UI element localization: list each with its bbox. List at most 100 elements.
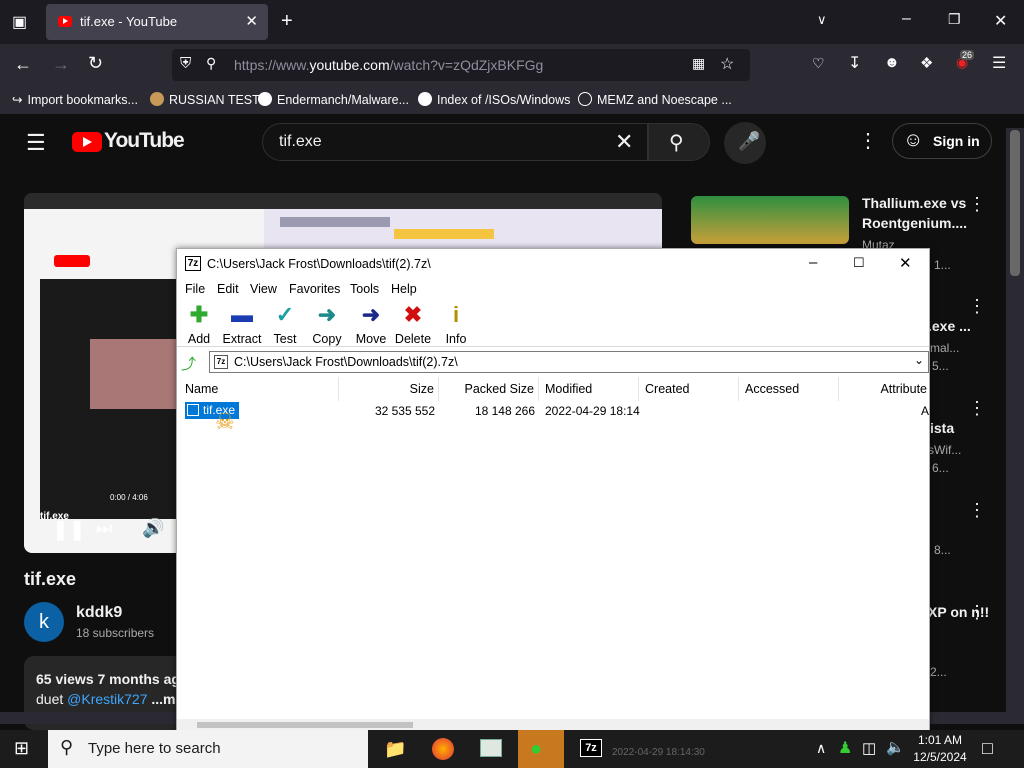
taskbar-search-input[interactable]: ⚲ Type here to search — [48, 730, 368, 768]
address-path: C:\Users\Jack Frost\Downloads\tif(2).7z\ — [234, 355, 458, 369]
more-actions-icon[interactable]: ⋮ — [968, 194, 986, 215]
extensions-icon[interactable]: ❖ — [920, 54, 933, 72]
account-icon[interactable]: ☻ — [884, 54, 900, 71]
sign-in-button[interactable]: ☺ Sign in — [892, 123, 992, 159]
minimize-icon[interactable]: – — [809, 254, 817, 271]
menu-tools[interactable]: Tools — [350, 282, 379, 296]
youtube-logo-text[interactable]: YouTube — [104, 129, 185, 153]
more-actions-icon[interactable]: ⋮ — [968, 398, 986, 419]
scrollbar-thumb[interactable] — [1010, 130, 1020, 276]
mention-link[interactable]: @Krestik727 — [67, 691, 147, 707]
column-accessed[interactable]: Accessed — [739, 377, 839, 401]
recommendation-thumbnail[interactable] — [691, 196, 849, 244]
taskbar-active-app[interactable]: ● — [518, 730, 564, 768]
taskbar-clock[interactable]: 1:01 AM 12/5/2024 — [912, 732, 968, 766]
bookmark-russian-test[interactable]: RUSSIAN TEST — [150, 92, 260, 107]
pocket-icon[interactable]: ♡ — [812, 55, 825, 72]
shield-icon[interactable]: ⛨ — [180, 55, 191, 72]
windows-taskbar: ⊞ ⚲ Type here to search 📁 ● 7z 2022-04-2… — [0, 730, 1024, 768]
column-modified[interactable]: Modified — [539, 377, 639, 401]
list-all-tabs-icon[interactable]: ∨ — [817, 12, 827, 28]
bookmark-import[interactable]: ↪ Import bookmarks... — [12, 92, 138, 107]
clear-search-icon[interactable]: ✕ — [615, 129, 633, 155]
page-scrollbar[interactable] — [1006, 128, 1024, 724]
hamburger-icon[interactable]: ☰ — [26, 130, 46, 156]
menu-icon[interactable]: ☰ — [992, 53, 1006, 73]
delete-button[interactable]: ✖ Delete — [391, 303, 435, 347]
lock-icon[interactable]: ⚲ — [206, 55, 216, 72]
restore-icon[interactable]: ❐ — [948, 11, 961, 28]
address-input[interactable]: 7z C:\Users\Jack Frost\Downloads\tif(2).… — [209, 351, 929, 373]
search-button[interactable]: ⚲ — [648, 123, 710, 161]
bookmark-isos[interactable]: Index of /ISOs/Windows — [418, 92, 570, 107]
network-icon[interactable]: ◫ — [862, 739, 876, 757]
menu-favorites[interactable]: Favorites — [289, 282, 340, 296]
youtube-logo-icon[interactable] — [72, 132, 102, 152]
menu-view[interactable]: View — [250, 282, 277, 296]
search-icon: ⚲ — [60, 737, 74, 757]
settings-dots-icon[interactable]: ⋮ — [858, 128, 878, 153]
more-actions-icon[interactable]: ⋮ — [968, 500, 986, 521]
column-size[interactable]: Size — [339, 377, 439, 401]
notifications-icon[interactable]: □ — [982, 738, 993, 759]
more-actions-icon[interactable]: ⋮ — [968, 296, 986, 317]
close-tab-icon[interactable]: ✕ — [245, 12, 258, 30]
bookmark-star-icon[interactable]: ☆ — [720, 54, 734, 74]
7zip-titlebar[interactable]: 7z C:\Users\Jack Frost\Downloads\tif(2).… — [177, 249, 929, 279]
channel-name[interactable]: kddk9 — [76, 604, 122, 622]
forward-icon[interactable]: → — [52, 54, 70, 75]
taskbar-firefox[interactable] — [420, 730, 466, 768]
bookmark-endermanch[interactable]: Endermanch/Malware... — [258, 92, 409, 107]
downloads-icon[interactable]: ↧ — [848, 53, 861, 73]
move-button[interactable]: ➜ Move — [349, 303, 393, 347]
menu-edit[interactable]: Edit — [217, 282, 239, 296]
windows-start-icon[interactable]: ⊞ — [14, 738, 29, 759]
url-bar[interactable]: ⛨ ⚲ https://www.youtube.com/watch?v=zQdZ… — [172, 49, 750, 81]
back-icon[interactable]: ← — [14, 54, 32, 75]
info-button[interactable]: i Info — [434, 303, 478, 347]
volume-icon[interactable]: 🔊 — [142, 518, 164, 539]
picture-in-picture-icon[interactable]: ▦ — [692, 55, 705, 72]
browser-tab-bar: ▣ tif.exe - YouTube ✕ + ∨ – ❐ ✕ — [0, 0, 1024, 44]
browser-nav-bar: ← → ↻ ⛨ ⚲ https://www.youtube.com/watch?… — [0, 44, 1024, 86]
tab-list-icon[interactable]: ▣ — [12, 12, 27, 32]
minimize-icon[interactable]: – — [902, 10, 911, 28]
copy-button[interactable]: ➜ Copy — [305, 303, 349, 347]
menu-help[interactable]: Help — [391, 282, 417, 296]
x-icon: ✖ — [403, 302, 423, 327]
voice-search-button[interactable]: 🎤 — [724, 122, 766, 164]
bookmark-memz[interactable]: MEMZ and Noescape ... — [578, 92, 732, 107]
taskbar-file-explorer[interactable]: 📁 — [372, 730, 418, 768]
up-folder-icon[interactable]: ⤴ — [181, 353, 199, 373]
show-hidden-icons-icon[interactable]: ∧ — [816, 740, 826, 757]
close-window-icon[interactable]: ✕ — [994, 11, 1007, 31]
tray-app-icon[interactable]: ♟ — [838, 738, 852, 758]
column-created[interactable]: Created — [639, 377, 739, 401]
more-actions-icon[interactable]: ⋮ — [968, 602, 986, 623]
file-list-header: Name Size Packed Size Modified Created A… — [177, 377, 929, 401]
tab-youtube[interactable]: tif.exe - YouTube ✕ — [46, 4, 268, 40]
reload-icon[interactable]: ↻ — [88, 53, 103, 74]
taskbar-7zip[interactable]: 7z — [568, 730, 614, 768]
column-name[interactable]: Name — [177, 377, 339, 401]
extract-button[interactable]: ▬ Extract — [219, 303, 265, 347]
column-packed-size[interactable]: Packed Size — [439, 377, 539, 401]
test-button[interactable]: ✓ Test — [263, 303, 307, 347]
chevron-down-icon[interactable]: ⌄ — [914, 353, 924, 367]
add-button[interactable]: ✚ Add — [177, 303, 221, 347]
search-input[interactable]: tif.exe ✕ — [262, 123, 648, 161]
new-tab-icon[interactable]: + — [281, 10, 293, 33]
close-icon[interactable]: ✕ — [899, 254, 912, 272]
channel-avatar[interactable]: k — [24, 602, 64, 642]
scrollbar-thumb[interactable] — [197, 722, 413, 728]
menu-file[interactable]: File — [185, 282, 205, 296]
next-icon[interactable]: ⏭ — [96, 518, 112, 539]
recommendation-title[interactable]: Thallium.exe vs Roentgenium.... — [862, 193, 972, 233]
column-attributes[interactable]: Attribute — [839, 377, 929, 401]
user-icon: ☺ — [903, 129, 924, 151]
taskbar-app[interactable] — [468, 730, 514, 768]
maximize-icon[interactable]: ☐ — [853, 255, 865, 271]
pause-icon[interactable]: ❚❚ — [52, 517, 86, 542]
speaker-icon[interactable]: 🔈 — [886, 738, 905, 756]
recommendation-meta: 8... — [934, 543, 951, 557]
